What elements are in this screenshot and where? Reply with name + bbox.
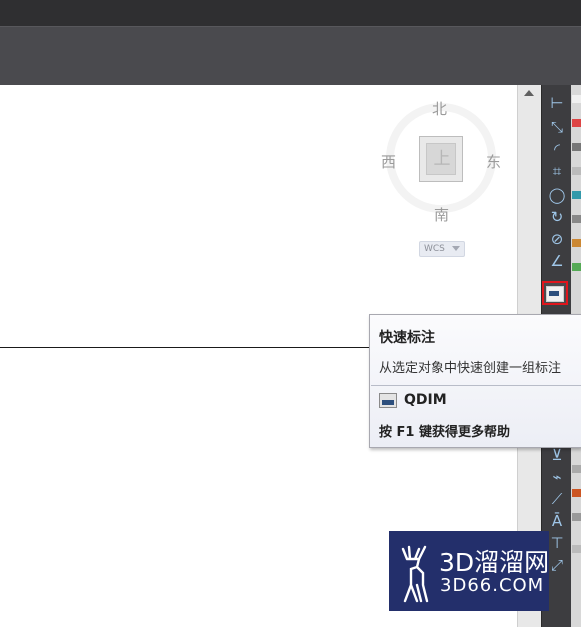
- viewcube-face-label: 上: [433, 149, 451, 169]
- tooltip-command: QDIM: [404, 392, 447, 408]
- watermark-logo: 3D溜溜网 3D66.COM: [389, 531, 549, 611]
- ordinate-dimension-icon[interactable]: ⌗: [546, 161, 568, 181]
- watermark-domain: 3D66.COM: [440, 575, 545, 596]
- dimension-edit-icon[interactable]: ⊤: [546, 533, 568, 553]
- compass-east[interactable]: 东: [486, 151, 501, 172]
- jogged-dimension-icon[interactable]: ↻: [546, 207, 568, 227]
- compass-west[interactable]: 西: [381, 151, 396, 172]
- quick-dimension-icon[interactable]: [542, 281, 568, 305]
- tolerance-icon[interactable]: ⊻: [546, 445, 568, 465]
- color-icon[interactable]: [572, 119, 581, 127]
- tooltip: 快速标注 从选定对象中快速创建一组标注 QDIM 按 F1 键获得更多帮助: [369, 314, 581, 448]
- plotstyle-icon[interactable]: [572, 215, 581, 223]
- toolbar-mini-icon[interactable]: [572, 513, 581, 521]
- tooltip-description: 从选定对象中快速创建一组标注: [379, 361, 562, 376]
- chevron-down-icon: [452, 246, 460, 251]
- linear-dimension-icon[interactable]: ⊢: [546, 93, 568, 113]
- angular-dimension-icon[interactable]: ∠: [546, 251, 568, 271]
- wcs-menu[interactable]: WCS: [419, 241, 465, 257]
- toolbar-mini-icon[interactable]: [572, 95, 581, 103]
- tooltip-title: 快速标注: [379, 330, 435, 346]
- dimension-text-edit-icon[interactable]: Ā: [546, 511, 568, 531]
- tooltip-help: 按 F1 键获得更多帮助: [379, 425, 510, 440]
- match-properties-icon[interactable]: [572, 239, 581, 247]
- scroll-up-arrow-icon[interactable]: [524, 90, 534, 96]
- arc-length-icon[interactable]: ◜: [546, 139, 568, 159]
- title-bar: [0, 0, 581, 26]
- linetype-icon[interactable]: [572, 167, 581, 175]
- tooltip-divider: [371, 385, 581, 386]
- diameter-dimension-icon[interactable]: ⊘: [546, 229, 568, 249]
- layer-state-icon[interactable]: [572, 263, 581, 271]
- watermark-brand: 3D溜溜网: [439, 548, 550, 577]
- aligned-dimension-icon[interactable]: ⤡: [546, 117, 568, 137]
- ribbon-panel: [0, 26, 581, 85]
- quick-dimension-command-icon: [379, 393, 397, 408]
- deer-logo-icon: [401, 545, 429, 603]
- toolbar-mini-icon[interactable]: [572, 545, 581, 553]
- dimension-update-icon[interactable]: ⤢: [546, 555, 568, 575]
- layer-icon[interactable]: [572, 143, 581, 151]
- toolbar-mini-icon[interactable]: [572, 465, 581, 473]
- compass-south[interactable]: 南: [434, 204, 449, 225]
- viewcube-face-inner: 上: [426, 143, 456, 175]
- leader-icon[interactable]: ⟋: [546, 489, 568, 509]
- lineweight-icon[interactable]: [572, 191, 581, 199]
- compass-north[interactable]: 北: [432, 98, 447, 119]
- radius-dimension-icon[interactable]: ◯: [546, 185, 568, 205]
- toolbar-mini-icon[interactable]: [572, 489, 581, 497]
- viewcube-top-face[interactable]: 上: [419, 136, 463, 182]
- wcs-label: WCS: [424, 244, 445, 254]
- dimension-jog-icon[interactable]: ⌁: [546, 467, 568, 487]
